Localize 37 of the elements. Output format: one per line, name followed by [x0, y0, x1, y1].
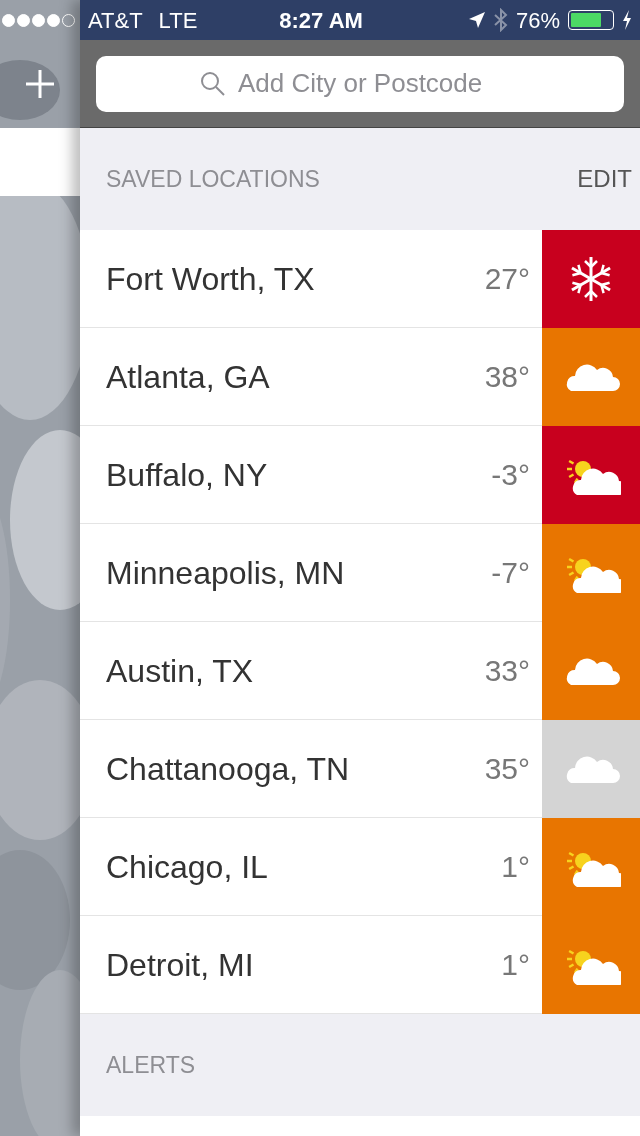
location-row[interactable]: Chattanooga, TN 35°	[80, 720, 640, 818]
temperature: 35°	[484, 751, 531, 787]
city-name: Buffalo, NY	[105, 455, 269, 495]
location-row[interactable]: Buffalo, NY -3°	[80, 426, 640, 524]
city-name: Chattanooga, TN	[105, 749, 351, 789]
location-row[interactable]: Detroit, MI 1°	[80, 916, 640, 1014]
location-icon	[467, 11, 486, 29]
battery-percent: 76%	[515, 6, 560, 35]
location-row[interactable]: Minneapolis, MN -7°	[80, 524, 640, 622]
location-row[interactable]: Austin, TX 33°	[80, 622, 640, 720]
temperature: 27°	[484, 261, 531, 297]
location-row[interactable]: Fort Worth, TX 27°	[80, 230, 640, 328]
city-name: Chicago, IL	[105, 847, 269, 887]
city-name: Atlanta, GA	[105, 357, 271, 397]
carrier-text: AT&T	[88, 6, 143, 35]
location-row[interactable]: Chicago, IL 1°	[80, 818, 640, 916]
battery-icon	[568, 10, 614, 30]
temperature: 33°	[484, 653, 531, 689]
location-row[interactable]: Atlanta, GA 38°	[80, 328, 640, 426]
network-text: LTE	[158, 6, 198, 35]
temperature: -7°	[491, 555, 531, 591]
city-name: Minneapolis, MN	[105, 553, 346, 593]
city-name: Detroit, MI	[105, 945, 255, 985]
city-name: Austin, TX	[105, 651, 255, 691]
temperature: 38°	[484, 359, 531, 395]
edit-link[interactable]: EDIT	[577, 161, 632, 197]
plus-icon[interactable]	[25, 69, 55, 99]
search-field[interactable]: Add City or Postcode	[96, 55, 624, 112]
temperature: -3°	[491, 457, 531, 493]
section-title: SAVED LOCATIONS	[106, 164, 320, 194]
temperature: 1°	[501, 849, 531, 885]
charging-icon	[622, 10, 632, 30]
city-name: Fort Worth, TX	[105, 259, 316, 299]
bluetooth-icon	[493, 8, 508, 32]
section-title: ALERTS	[106, 1050, 196, 1080]
temperature: 1°	[501, 947, 531, 983]
clock-text: 8:27 AM	[279, 6, 363, 35]
